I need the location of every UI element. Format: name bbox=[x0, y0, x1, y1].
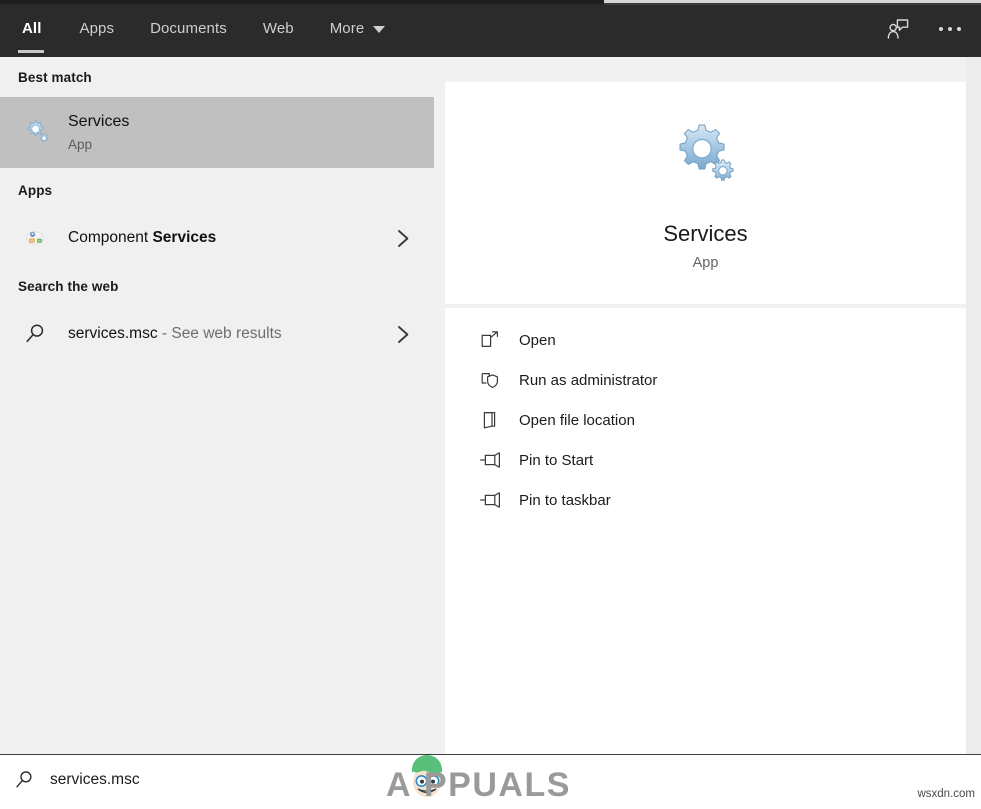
preview-app-subtitle: App bbox=[692, 255, 719, 271]
action-open-label: Open bbox=[519, 331, 556, 349]
tab-all-label: All bbox=[22, 20, 42, 37]
chevron-down-icon bbox=[373, 26, 386, 33]
feedback-button[interactable] bbox=[879, 10, 917, 48]
best-match-text: Services App bbox=[68, 111, 422, 155]
action-open-file-location-label: Open file location bbox=[519, 411, 635, 429]
section-header-best-match: Best match bbox=[18, 69, 92, 85]
action-pin-to-taskbar-label: Pin to taskbar bbox=[519, 491, 611, 509]
web-result-title: services.msc - See web results bbox=[68, 323, 390, 345]
preview-app-title: Services bbox=[663, 221, 748, 246]
app-result-title-prefix: Component bbox=[68, 229, 153, 246]
pin-icon bbox=[477, 447, 503, 473]
tab-documents[interactable]: Documents bbox=[132, 4, 245, 53]
tab-all[interactable]: All bbox=[0, 4, 61, 53]
folder-open-icon bbox=[477, 407, 503, 433]
app-actions-list: Open Run as administrator Open file loca… bbox=[445, 308, 966, 754]
component-services-icon bbox=[18, 220, 54, 256]
action-pin-to-start-label: Pin to Start bbox=[519, 451, 594, 469]
section-header-apps: Apps bbox=[18, 182, 53, 198]
action-open[interactable]: Open bbox=[445, 320, 966, 360]
tab-apps[interactable]: Apps bbox=[61, 4, 132, 53]
tab-documents-label: Documents bbox=[150, 20, 227, 37]
tab-more[interactable]: More bbox=[312, 4, 404, 53]
web-result-services-msc[interactable]: services.msc - See web results bbox=[0, 308, 434, 360]
chevron-right-icon[interactable] bbox=[390, 325, 416, 344]
gears-icon-large bbox=[670, 121, 742, 198]
search-input[interactable]: services.msc bbox=[50, 771, 140, 789]
feedback-icon bbox=[887, 19, 909, 39]
action-pin-to-taskbar[interactable]: Pin to taskbar bbox=[445, 480, 966, 520]
app-result-title: Component Services bbox=[68, 227, 390, 249]
chevron-right-icon[interactable] bbox=[390, 229, 416, 248]
pin-icon bbox=[477, 487, 503, 513]
tab-apps-label: Apps bbox=[79, 20, 115, 37]
best-match-subtitle: App bbox=[68, 136, 93, 152]
web-result-query: services.msc bbox=[68, 325, 158, 342]
results-panel: Best match Services App Apps Component S… bbox=[0, 57, 434, 754]
section-header-search-the-web: Search the web bbox=[18, 278, 119, 294]
panel-right-rail bbox=[966, 57, 981, 754]
open-external-icon bbox=[477, 327, 503, 353]
app-result-title-bold: Services bbox=[152, 229, 217, 246]
header-edge-right-shadow bbox=[604, 3, 981, 5]
best-match-result-services[interactable]: Services App bbox=[0, 97, 434, 168]
web-result-suffix: - See web results bbox=[157, 325, 282, 342]
gears-icon bbox=[18, 115, 54, 151]
taskbar-search-box[interactable]: services.msc bbox=[0, 754, 981, 804]
app-result-text: Component Services bbox=[68, 227, 390, 249]
best-match-title: Services bbox=[68, 112, 130, 130]
action-open-file-location[interactable]: Open file location bbox=[445, 400, 966, 440]
action-run-as-administrator-label: Run as administrator bbox=[519, 371, 658, 389]
tab-more-label: More bbox=[329, 20, 365, 37]
web-result-text: services.msc - See web results bbox=[68, 323, 390, 345]
app-result-component-services[interactable]: Component Services bbox=[0, 212, 434, 264]
tab-web-label: Web bbox=[262, 20, 294, 37]
windows-search-flyout: All Apps Documents Web More Best match S… bbox=[0, 0, 981, 804]
tab-active-indicator bbox=[17, 50, 44, 53]
action-run-as-administrator[interactable]: Run as administrator bbox=[445, 360, 966, 400]
search-header-bar: All Apps Documents Web More bbox=[0, 0, 981, 57]
more-options-button[interactable] bbox=[931, 10, 969, 48]
shield-icon bbox=[477, 367, 503, 393]
tab-web[interactable]: Web bbox=[245, 4, 312, 53]
header-icon-group bbox=[879, 10, 969, 48]
search-icon bbox=[14, 769, 36, 791]
ellipsis-icon bbox=[939, 27, 961, 31]
preview-panel: Services App Open Run as administrator O… bbox=[434, 57, 981, 754]
source-watermark: wsxdn.com bbox=[917, 788, 975, 800]
search-filter-tabs: All Apps Documents Web More bbox=[0, 4, 403, 57]
search-icon bbox=[18, 316, 54, 352]
app-preview-card: Services App bbox=[445, 82, 966, 304]
action-pin-to-start[interactable]: Pin to Start bbox=[445, 440, 966, 480]
